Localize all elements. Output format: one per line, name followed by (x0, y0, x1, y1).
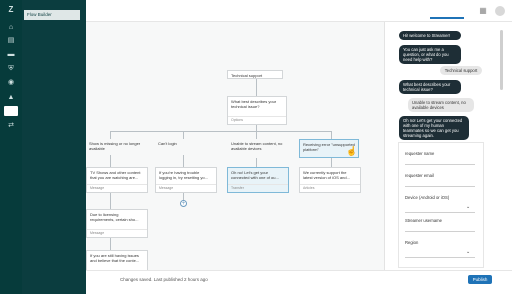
form-label: Region (405, 240, 419, 245)
flow-builder-icon[interactable] (4, 106, 18, 116)
requester-name-field[interactable] (405, 164, 475, 165)
connector (183, 131, 184, 139)
form-label: requester name (405, 151, 435, 156)
chevron-down-icon[interactable]: ⌄ (466, 204, 470, 210)
branch-label-cant-login[interactable]: Can't login (155, 139, 211, 149)
views-icon[interactable]: ▤ (6, 37, 16, 45)
chat-bubble-user: Technical support (440, 66, 482, 75)
channels-icon[interactable]: ▲ (6, 94, 16, 102)
scrollbar[interactable] (500, 30, 503, 90)
message-node-text: Due to licensing requirements, certain s… (90, 212, 139, 222)
chat-bubble-bot: Hi! welcome to Streamer! (399, 31, 461, 40)
connector (110, 155, 111, 167)
connector (110, 238, 111, 250)
chat-bubble-bot: You can just ask me a question, or what … (399, 45, 461, 64)
home-icon[interactable]: ⌂ (6, 24, 16, 32)
options-node-footer: Options (228, 116, 286, 124)
connector (331, 158, 332, 167)
transfer-node-footer: Transfer (228, 184, 288, 192)
apps-grid-icon[interactable]: ▦ (478, 6, 488, 16)
avatar-icon[interactable] (495, 6, 505, 16)
message-node-login[interactable]: If you're having trouble logging in, try… (155, 167, 217, 193)
connector (110, 131, 111, 139)
connector (183, 155, 184, 167)
connector (331, 131, 332, 139)
message-node-footer: Message (87, 184, 147, 192)
connector (183, 193, 184, 200)
chat-bubble-user: Unable to stream content, no available d… (408, 98, 474, 112)
message-node-footer: Message (156, 184, 216, 192)
chat-bubble-bot: What best describes your technical issue… (399, 80, 461, 94)
message-node-text: If you are still having issues and belie… (90, 253, 140, 263)
switch-icon[interactable]: ⇄ (6, 122, 16, 130)
branch-label-show-missing[interactable]: Show is missing or no longer available (86, 139, 146, 155)
connector (110, 193, 111, 209)
active-tab-indicator (430, 17, 464, 19)
bot-icon[interactable]: ◉ (6, 79, 16, 87)
connector (256, 158, 257, 167)
hand-cursor-icon: ☝ (346, 146, 358, 156)
form-label: Streamer username (405, 218, 443, 223)
add-step-button[interactable]: + (180, 200, 187, 207)
chat-bubble-bot: Oh no! Let's get your connected with one… (399, 116, 469, 140)
transfer-node-text: Oh no! Let's get your connected with one… (231, 170, 279, 180)
connector (110, 131, 332, 132)
articles-node[interactable]: We currently support the latest version … (299, 167, 361, 193)
message-node-licensing[interactable]: Due to licensing requirements, certain s… (86, 209, 148, 238)
branch-label-unable-to-stream[interactable]: Unable to stream content, no available d… (228, 139, 288, 155)
chevron-down-icon[interactable]: ⌄ (466, 249, 470, 255)
nav-panel (22, 0, 86, 294)
requester-email-field[interactable] (405, 186, 475, 187)
message-node-content-missing[interactable]: TV Shows and other content that you are … (86, 167, 148, 193)
message-node-text: TV Shows and other content that you are … (90, 170, 141, 180)
admin-icon[interactable]: ⛨ (6, 65, 16, 73)
region-select[interactable] (405, 257, 475, 258)
nav-item-flow-builder[interactable]: Flow Builder (24, 10, 80, 20)
options-node[interactable]: What best describes your technical issue… (227, 96, 287, 125)
device-select[interactable] (405, 212, 475, 213)
streamer-username-field[interactable] (405, 231, 475, 232)
save-status: Changes saved. Last published 2 hours ag… (120, 277, 208, 282)
transfer-node[interactable]: Oh no! Let's get your connected with one… (227, 167, 289, 193)
ticket-form (398, 142, 484, 268)
message-node-footer: Message (87, 229, 147, 237)
options-node-title: What best describes your technical issue… (231, 99, 277, 109)
connector (256, 78, 257, 96)
form-label: Device (Android or iOS) (405, 195, 450, 200)
message-node-still-issues[interactable]: If you are still having issues and belie… (86, 250, 148, 270)
message-node-text: If you're having trouble logging in, try… (159, 170, 208, 180)
zendesk-logo-icon[interactable]: Z (6, 6, 16, 14)
trigger-node-technical-support[interactable]: Technical support (227, 70, 283, 79)
articles-node-footer: Articles (300, 184, 360, 192)
articles-node-text: We currently support the latest version … (303, 170, 350, 180)
form-label: requester email (405, 173, 434, 178)
connector (256, 131, 257, 139)
reporting-icon[interactable]: ▬ (6, 51, 16, 59)
publish-button[interactable]: Publish (468, 275, 492, 284)
